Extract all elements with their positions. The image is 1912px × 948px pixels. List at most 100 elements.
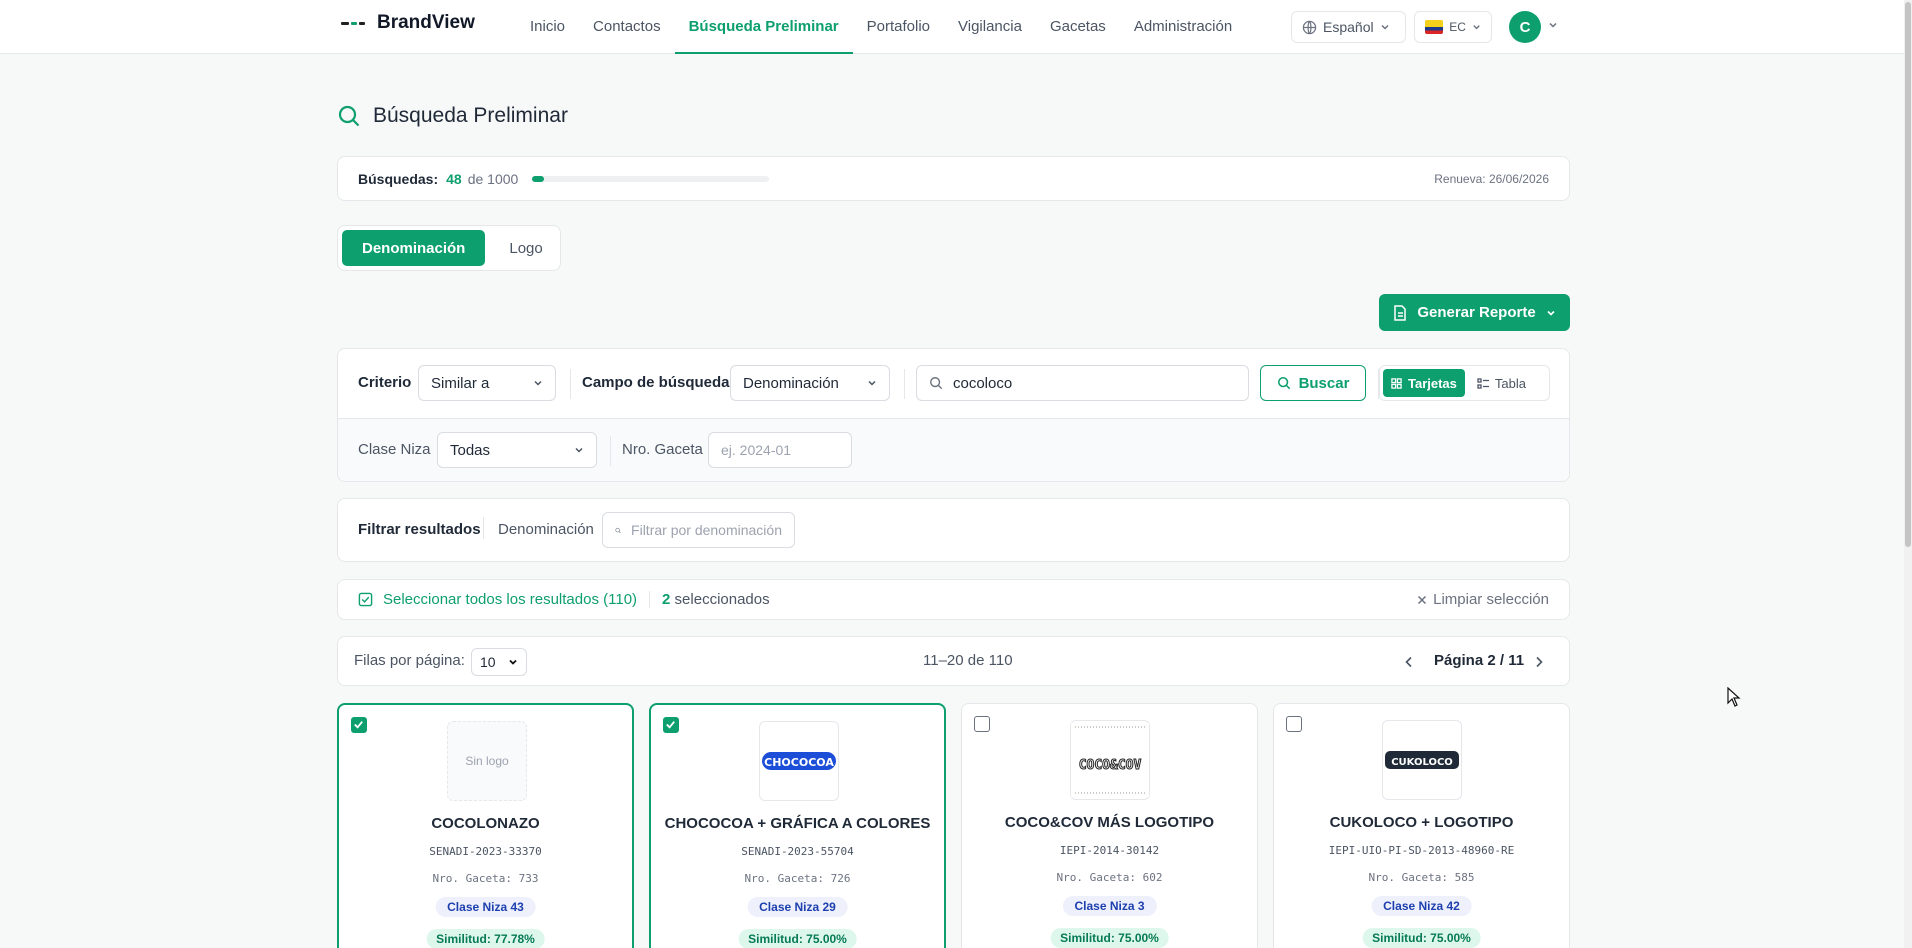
page-title: Búsqueda Preliminar (373, 104, 568, 127)
result-gaceta: Nro. Gaceta: 585 (1368, 871, 1475, 884)
view-table-label: Tabla (1494, 375, 1526, 391)
view-cards-button[interactable]: Tarjetas (1383, 369, 1465, 397)
logo-lettering: CHOCOCOA (764, 756, 834, 769)
divider (904, 369, 905, 399)
similarity-badge: Similitud: 77.78% (426, 929, 545, 948)
clase-niza-select[interactable]: Todas (437, 432, 597, 468)
result-name: COCOLONAZO (431, 815, 540, 832)
campo-label: Campo de búsqueda (582, 374, 730, 391)
result-checkbox[interactable] (351, 717, 367, 733)
no-logo-placeholder: Sin logo (447, 721, 527, 801)
brand-name: BrandView (377, 12, 475, 33)
campo-select[interactable]: Denominación (730, 365, 890, 401)
results-range: 11–20 de 110 (923, 652, 1013, 669)
check-icon (354, 721, 363, 729)
country-selector[interactable]: EC (1414, 11, 1492, 43)
result-card[interactable]: CHOCOCOA CHOCOCOA + GRÁFICA A COLORES SE… (649, 703, 946, 948)
search-icon (615, 527, 621, 533)
search-icon (338, 105, 360, 127)
result-name: COCO&COV MÁS LOGOTIPO (1004, 814, 1215, 831)
mode-logo-button[interactable]: Logo (489, 230, 562, 266)
document-icon (1394, 304, 1407, 321)
clase-niza-badge: Clase Niza 29 (747, 897, 848, 917)
nav-item-gacetas[interactable]: Gacetas (1036, 0, 1120, 54)
clase-niza-value: Todas (450, 441, 491, 459)
search-quota-card: Búsquedas: 48 de 1000 Renueva: 26/06/202… (337, 156, 1570, 201)
pagination-bar: Filas por página: 10 11–20 de 110 Página… (337, 636, 1570, 686)
chevron-down-icon[interactable] (1548, 20, 1558, 30)
selected-count: 2 seleccionados (649, 591, 770, 608)
clear-selection-button[interactable]: Limpiar selección (1417, 591, 1549, 608)
selection-bar: Seleccionar todos los resultados (110) 2… (337, 579, 1570, 620)
result-card[interactable]: COCO&COV COCO&COV MÁS LOGOTIPO IEPI-2014… (961, 703, 1258, 948)
criterio-label: Criterio (358, 374, 412, 391)
view-table-button[interactable]: Tabla (1469, 369, 1534, 397)
nav-item-administracion[interactable]: Administración (1120, 0, 1246, 54)
brand-logo-icon (341, 18, 365, 28)
result-code: IEPI-UIO-PI-SD-2013-48960-RE (1328, 844, 1515, 857)
search-form-main-row: Criterio Similar a Campo de búsqueda Den… (338, 349, 1569, 419)
result-checkbox[interactable] (974, 716, 990, 732)
chevron-right-icon[interactable] (1534, 656, 1544, 668)
scrollbar[interactable] (1904, 0, 1912, 948)
buscar-button[interactable]: Buscar (1260, 365, 1366, 401)
search-input[interactable]: cocoloco (916, 365, 1249, 401)
result-checkbox[interactable] (1286, 716, 1302, 732)
language-label: Español (1323, 19, 1374, 35)
trademark-logo-image: COCO&COV (1070, 720, 1150, 800)
buscar-label: Buscar (1298, 374, 1350, 392)
nav-item-busqueda-preliminar[interactable]: Búsqueda Preliminar (674, 0, 853, 54)
criterio-select[interactable]: Similar a (418, 365, 556, 401)
selected-count-number: 2 (662, 591, 671, 608)
filter-placeholder: Filtrar por denominación (631, 522, 782, 538)
close-icon (1418, 595, 1427, 604)
grid-icon (1391, 377, 1402, 389)
chevron-left-icon[interactable] (1404, 656, 1414, 668)
nav-item-vigilancia[interactable]: Vigilancia (944, 0, 1036, 54)
result-card[interactable]: CUKOLOCO CUKOLOCO + LOGOTIPO IEPI-UIO-PI… (1273, 703, 1570, 948)
check-icon (666, 721, 675, 729)
ecuador-flag-icon (1425, 20, 1444, 34)
result-name: CUKOLOCO + LOGOTIPO (1329, 814, 1514, 831)
view-cards-label: Tarjetas (1408, 375, 1457, 391)
result-gaceta: Nro. Gaceta: 602 (1056, 871, 1163, 884)
mode-denominacion-button[interactable]: Denominación (342, 230, 486, 266)
nav-item-portafolio[interactable]: Portafolio (853, 0, 944, 54)
nav-item-inicio[interactable]: Inicio (516, 0, 579, 54)
nav-item-contactos[interactable]: Contactos (579, 0, 675, 54)
search-form-extra-row: Clase Niza Todas Nro. Gaceta ej. 2024-01 (338, 419, 1569, 481)
select-all-button[interactable]: Seleccionar todos los resultados (110) (358, 591, 637, 608)
gaceta-placeholder: ej. 2024-01 (721, 442, 792, 458)
scrollbar-thumb[interactable] (1905, 2, 1911, 547)
filter-denominacion-input[interactable]: Filtrar por denominación (602, 512, 795, 548)
search-form: Criterio Similar a Campo de búsqueda Den… (337, 348, 1570, 482)
globe-icon (1302, 20, 1317, 34)
top-navbar: BrandView Inicio Contactos Búsqueda Prel… (0, 0, 1912, 54)
view-toggle: Tarjetas Tabla (1379, 365, 1550, 401)
search-query: cocoloco (953, 374, 1013, 392)
quota-renewal-date: Renueva: 26/06/2026 (1434, 171, 1549, 186)
divider (570, 369, 571, 399)
brand[interactable]: BrandView (341, 12, 475, 34)
results-grid: Sin logo COCOLONAZO SENADI-2023-33370 Nr… (337, 703, 1570, 948)
chevron-down-icon (1547, 310, 1555, 316)
result-checkbox[interactable] (663, 717, 679, 733)
generate-report-button[interactable]: Generar Reporte (1379, 294, 1570, 331)
avatar[interactable]: C (1509, 11, 1541, 43)
search-icon (930, 377, 943, 390)
selected-count-suffix: seleccionados (674, 591, 770, 608)
chevron-down-icon (1473, 25, 1480, 30)
search-icon (1277, 376, 1290, 390)
gaceta-input[interactable]: ej. 2024-01 (708, 432, 852, 468)
rows-per-page-select[interactable]: 10 (471, 648, 527, 676)
language-selector[interactable]: Español (1291, 11, 1406, 43)
clear-selection-label: Limpiar selección (1433, 591, 1549, 608)
result-code: SENADI-2023-33370 (429, 845, 542, 858)
clase-niza-badge: Clase Niza 43 (435, 897, 536, 917)
divider (483, 517, 484, 539)
chevron-down-icon (534, 380, 542, 386)
result-card[interactable]: Sin logo COCOLONAZO SENADI-2023-33370 Nr… (337, 703, 634, 948)
clase-niza-badge: Clase Niza 3 (1062, 896, 1157, 916)
main-nav: Inicio Contactos Búsqueda Preliminar Por… (516, 0, 1246, 54)
trademark-logo-image: CUKOLOCO (1382, 720, 1462, 800)
